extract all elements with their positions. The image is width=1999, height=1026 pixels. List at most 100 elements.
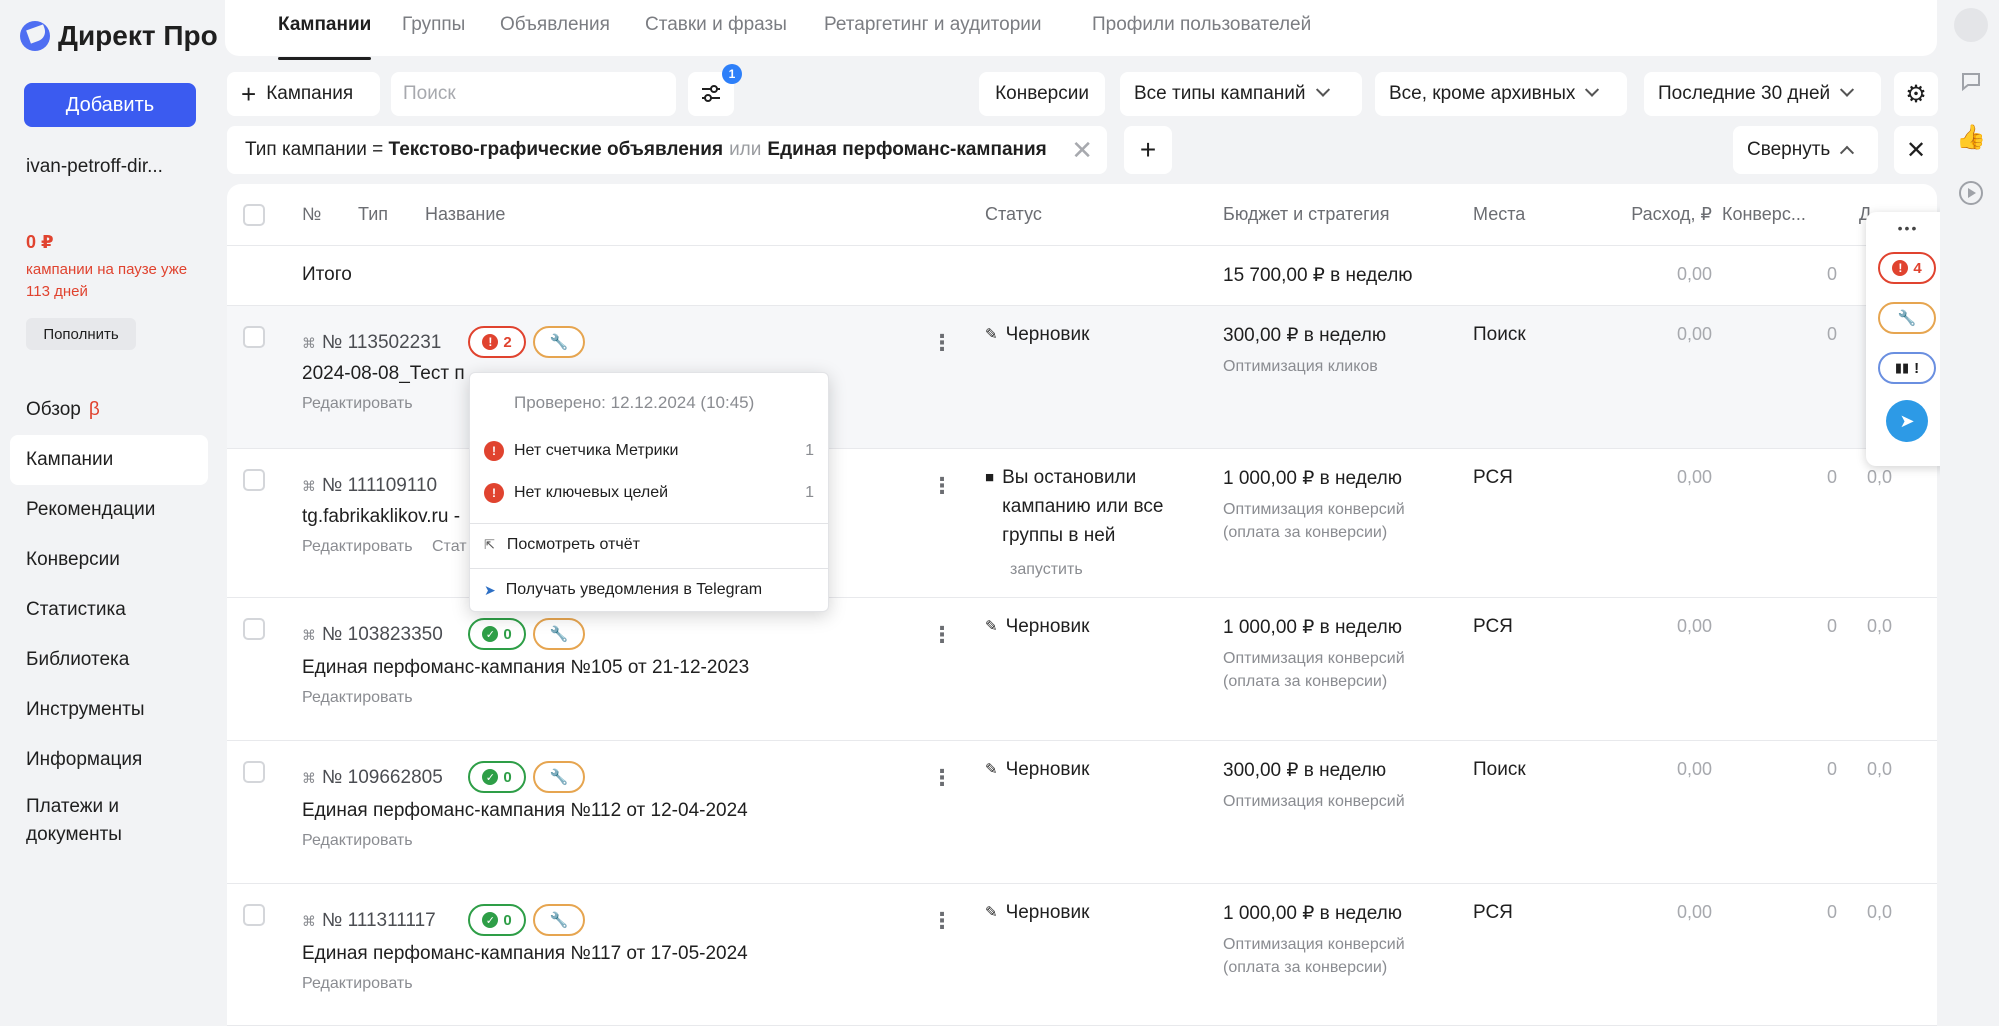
campaign-name[interactable]: Единая перфоманс-кампания №117 от 17-05-… [302,943,748,965]
collapse-button[interactable]: Свернуть [1733,126,1878,174]
play-icon[interactable] [1956,178,1986,208]
header-places[interactable]: Места [1473,204,1525,225]
sidebar-item-overview[interactable]: Обзор β [10,385,208,435]
header-spend[interactable]: Расход, ₽ [1602,204,1712,225]
edit-link[interactable]: Редактировать [302,832,413,850]
close-icon[interactable]: ✕ [1071,135,1093,166]
row-checkbox[interactable] [243,761,265,783]
header-no[interactable]: № [302,204,321,225]
sidebar-item-statistics[interactable]: Статистика [10,585,208,635]
filter-button[interactable]: 1 [688,64,742,116]
filter-chip[interactable]: Тип кампании = Текстово-графические объя… [227,126,1107,174]
more-icon[interactable]: ⋮ [931,765,953,791]
sidebar-item-payments[interactable]: Платежи и документы [10,785,208,853]
header-name[interactable]: Название [425,204,505,225]
table-row[interactable]: ⌘ № 111311117 ✓ 0 🔧 Единая перфоманс-кампа… [227,884,1937,1026]
widget-errors-badge[interactable]: ! 4 [1878,252,1936,284]
campaign-id[interactable]: ⌘ № 103823350 [302,624,443,646]
pencil-icon: ✎ [985,904,998,921]
campaign-id[interactable]: ⌘ № 113502231 [302,332,441,354]
sidebar-item-info[interactable]: Информация [10,735,208,785]
select-all-checkbox[interactable] [243,204,265,226]
tab-retargeting[interactable]: Ретаргетинг и аудитории [824,14,1042,36]
sidebar-item-conversions[interactable]: Конверсии [10,535,208,585]
campaign-budget[interactable]: 1 000,00 ₽ в неделю [1223,616,1402,639]
campaign-id[interactable]: ⌘ № 109662805 [302,767,443,789]
search-input[interactable]: Поиск [391,72,676,116]
tools-badge[interactable]: 🔧 [533,761,585,793]
chat-icon[interactable] [1956,66,1986,96]
edit-link[interactable]: Редактировать [302,395,413,413]
campaign-name[interactable]: Единая перфоманс-кампания №112 от 12-04-… [302,800,748,822]
tab-campaigns[interactable]: Кампании [278,14,372,60]
tools-badge[interactable]: 🔧 [533,326,585,358]
edit-link[interactable]: Редактировать [302,689,413,707]
header-budget[interactable]: Бюджет и стратегия [1223,204,1389,225]
more-icon[interactable]: ⋮ [931,908,953,934]
row-checkbox[interactable] [243,326,265,348]
thumbs-up-icon[interactable]: 👍 [1956,122,1986,152]
clear-filters-button[interactable]: ✕ [1894,126,1938,174]
campaign-name[interactable]: tg.fabrikaklikov.ru - [302,506,460,528]
more-dots-icon[interactable]: ••• [1866,220,1950,236]
telegram-icon[interactable]: ➤ [1886,400,1928,442]
issues-badge[interactable]: ✓ 0 [468,618,526,650]
add-filter-button[interactable]: + [1124,126,1172,174]
more-icon[interactable]: ⋮ [931,622,953,648]
campaign-types-select[interactable]: Все типы кампаний [1120,72,1362,116]
campaign-id[interactable]: ⌘ № 111109110 [302,475,437,497]
header-status[interactable]: Статус [985,204,1042,225]
avatar[interactable] [1954,8,1988,42]
sidebar-item-tools[interactable]: Инструменты [10,685,208,735]
table-row[interactable]: ⌘ № 103823350 ✓ 0 🔧 Единая перфоманс-кампа… [227,598,1937,741]
campaign-name[interactable]: Единая перфоманс-кампания №105 от 21-12-… [302,657,749,679]
issue-item[interactable]: ! Нет ключевых целей 1 [484,483,814,503]
tools-badge[interactable]: 🔧 [533,618,585,650]
tab-ads[interactable]: Объявления [500,14,610,36]
campaign-budget[interactable]: 1 000,00 ₽ в неделю [1223,467,1402,490]
edit-link[interactable]: Редактировать [302,538,413,556]
header-conversions[interactable]: Конверс... [1722,204,1806,225]
campaign-budget[interactable]: 1 000,00 ₽ в неделю [1223,902,1402,925]
campaign-extra: 0,0 [1867,902,1893,922]
issue-item[interactable]: ! Нет счетчика Метрики 1 [484,441,814,461]
sidebar-item-library[interactable]: Библиотека [10,635,208,685]
widget-analytics-badge[interactable]: ▮▮! [1878,352,1936,384]
tab-groups[interactable]: Группы [402,14,465,36]
view-report-item[interactable]: ⇱ Посмотреть отчёт [484,536,814,554]
stats-link[interactable]: Стат [432,538,467,556]
telegram-notify-item[interactable]: ➤ Получать уведомления в Telegram [484,581,814,599]
resume-link[interactable]: запустить [1010,561,1083,579]
topup-button[interactable]: Пополнить [26,318,136,350]
tab-bids[interactable]: Ставки и фразы [645,14,787,36]
settings-button[interactable]: ⚙ [1894,72,1938,116]
conversions-button[interactable]: Конверсии [979,72,1105,116]
sidebar-item-recommendations[interactable]: Рекомендации [10,485,208,535]
issues-badge[interactable]: ✓ 0 [468,904,526,936]
archive-filter-select[interactable]: Все, кроме архивных [1375,72,1627,116]
more-icon[interactable]: ⋮ [931,330,953,356]
tools-badge[interactable]: 🔧 [533,904,585,936]
campaign-budget[interactable]: 300,00 ₽ в неделю [1223,759,1386,782]
issues-badge[interactable]: ✓ 0 [468,761,526,793]
add-button[interactable]: Добавить [24,83,196,127]
issues-badge[interactable]: ! 2 [468,326,526,358]
more-icon[interactable]: ⋮ [931,473,953,499]
logo[interactable]: Директ Про [20,20,218,52]
sidebar-item-campaigns[interactable]: Кампании [10,435,208,485]
header-type[interactable]: Тип [358,204,388,225]
add-campaign-button[interactable]: + Кампания [227,72,380,116]
period-select[interactable]: Последние 30 дней [1644,72,1881,116]
account-name[interactable]: ivan-petroff-dir... [26,156,163,178]
row-checkbox[interactable] [243,904,265,926]
campaign-budget[interactable]: 300,00 ₽ в неделю [1223,324,1386,347]
row-checkbox[interactable] [243,469,265,491]
row-checkbox[interactable] [243,618,265,640]
widget-tools-badge[interactable]: 🔧 [1878,302,1936,334]
tab-profiles[interactable]: Профили пользователей [1092,14,1311,36]
edit-link[interactable]: Редактировать [302,975,413,993]
status-text: Черновик [1005,324,1090,345]
campaign-name[interactable]: 2024-08-08_Тест п [302,363,465,385]
table-row[interactable]: ⌘ № 109662805 ✓ 0 🔧 Единая перфоманс-кампа… [227,741,1937,884]
campaign-id[interactable]: ⌘ № 111311117 [302,910,436,932]
